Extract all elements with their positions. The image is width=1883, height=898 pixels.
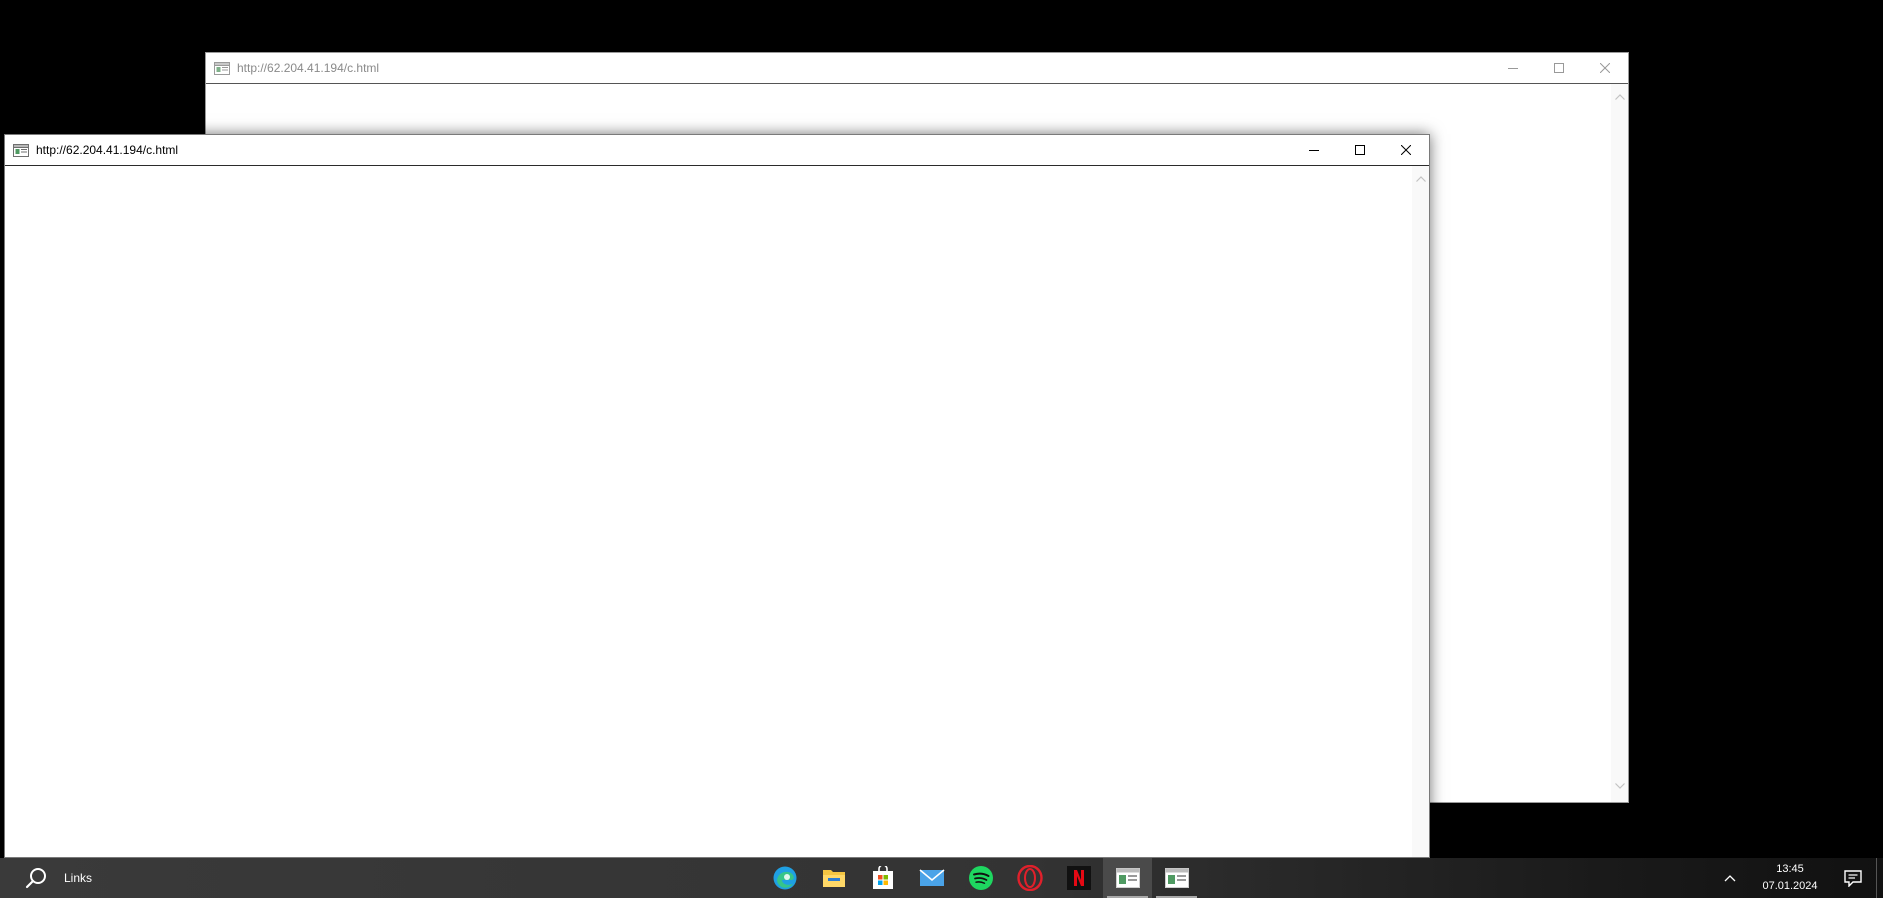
system-tray: 13:45 07.01.2024 <box>1718 858 1883 898</box>
foreground-window-scrollbar[interactable] <box>1412 166 1429 857</box>
taskbar-clock[interactable]: 13:45 07.01.2024 <box>1756 858 1824 898</box>
foreground-window-titlebar[interactable]: http://62.204.41.194/c.html <box>5 135 1429 166</box>
desktop: http://62.204.41.194/c.html http://62.20… <box>0 0 1883 898</box>
search-label: Links <box>64 871 93 885</box>
taskbar-app-edge[interactable] <box>760 858 809 898</box>
action-center-button[interactable] <box>1830 858 1876 898</box>
taskbar-app-window-2[interactable] <box>1152 858 1201 898</box>
foreground-window-content[interactable] <box>5 166 1429 857</box>
file-explorer-icon <box>822 870 845 887</box>
chevron-down-icon <box>1614 782 1625 789</box>
taskbar: Links 13:45 07.01.2024 <box>0 858 1883 898</box>
taskbar-app-netflix[interactable] <box>1054 858 1103 898</box>
foreground-window[interactable]: http://62.204.41.194/c.html <box>4 134 1430 858</box>
scroll-up-button[interactable] <box>1611 88 1628 105</box>
app-window-icon <box>1164 868 1189 888</box>
chevron-up-icon <box>1724 875 1736 882</box>
background-window-close-button[interactable] <box>1582 53 1628 83</box>
close-icon <box>1401 145 1411 155</box>
minimize-icon <box>1508 68 1518 69</box>
clock-date: 07.01.2024 <box>1762 880 1818 892</box>
scroll-down-button[interactable] <box>1611 777 1628 794</box>
taskbar-app-microsoft-store[interactable] <box>858 858 907 898</box>
taskbar-app-window-1[interactable] <box>1103 858 1152 898</box>
taskbar-app-opera[interactable] <box>1005 858 1054 898</box>
taskbar-app-mail[interactable] <box>907 858 956 898</box>
mail-icon <box>918 869 945 886</box>
chevron-up-icon <box>1415 175 1426 182</box>
chevron-up-icon <box>1614 93 1625 100</box>
background-window-titlebar[interactable]: http://62.204.41.194/c.html <box>206 53 1628 84</box>
taskbar-pinned-apps <box>760 858 1201 898</box>
maximize-icon <box>1554 63 1564 73</box>
show-desktop-button[interactable] <box>1876 858 1883 898</box>
app-window-icon <box>214 61 230 75</box>
opera-icon <box>1016 865 1043 891</box>
foreground-window-close-button[interactable] <box>1383 135 1429 165</box>
show-hidden-icons-button[interactable] <box>1718 858 1742 898</box>
foreground-window-title: http://62.204.41.194/c.html <box>36 143 179 157</box>
app-window-icon <box>1115 868 1140 888</box>
taskbar-search[interactable]: Links <box>0 858 92 898</box>
clock-time: 13:45 <box>1776 863 1804 875</box>
scroll-up-button[interactable] <box>1412 170 1429 187</box>
maximize-icon <box>1355 145 1365 155</box>
taskbar-app-spotify[interactable] <box>956 858 1005 898</box>
search-icon <box>25 868 46 889</box>
netflix-icon <box>1066 866 1091 890</box>
background-window-scrollbar[interactable] <box>1611 84 1628 802</box>
spotify-icon <box>968 866 993 890</box>
close-icon <box>1600 63 1610 73</box>
background-window-maximize-button[interactable] <box>1536 53 1582 83</box>
background-window-title: http://62.204.41.194/c.html <box>237 61 380 75</box>
foreground-window-maximize-button[interactable] <box>1337 135 1383 165</box>
minimize-icon <box>1309 150 1319 151</box>
app-window-icon <box>13 143 29 157</box>
microsoft-store-icon <box>872 866 893 889</box>
taskbar-app-file-explorer[interactable] <box>809 858 858 898</box>
background-window-minimize-button[interactable] <box>1490 53 1536 83</box>
notification-icon <box>1844 869 1862 887</box>
foreground-window-minimize-button[interactable] <box>1291 135 1337 165</box>
edge-icon <box>773 866 796 890</box>
